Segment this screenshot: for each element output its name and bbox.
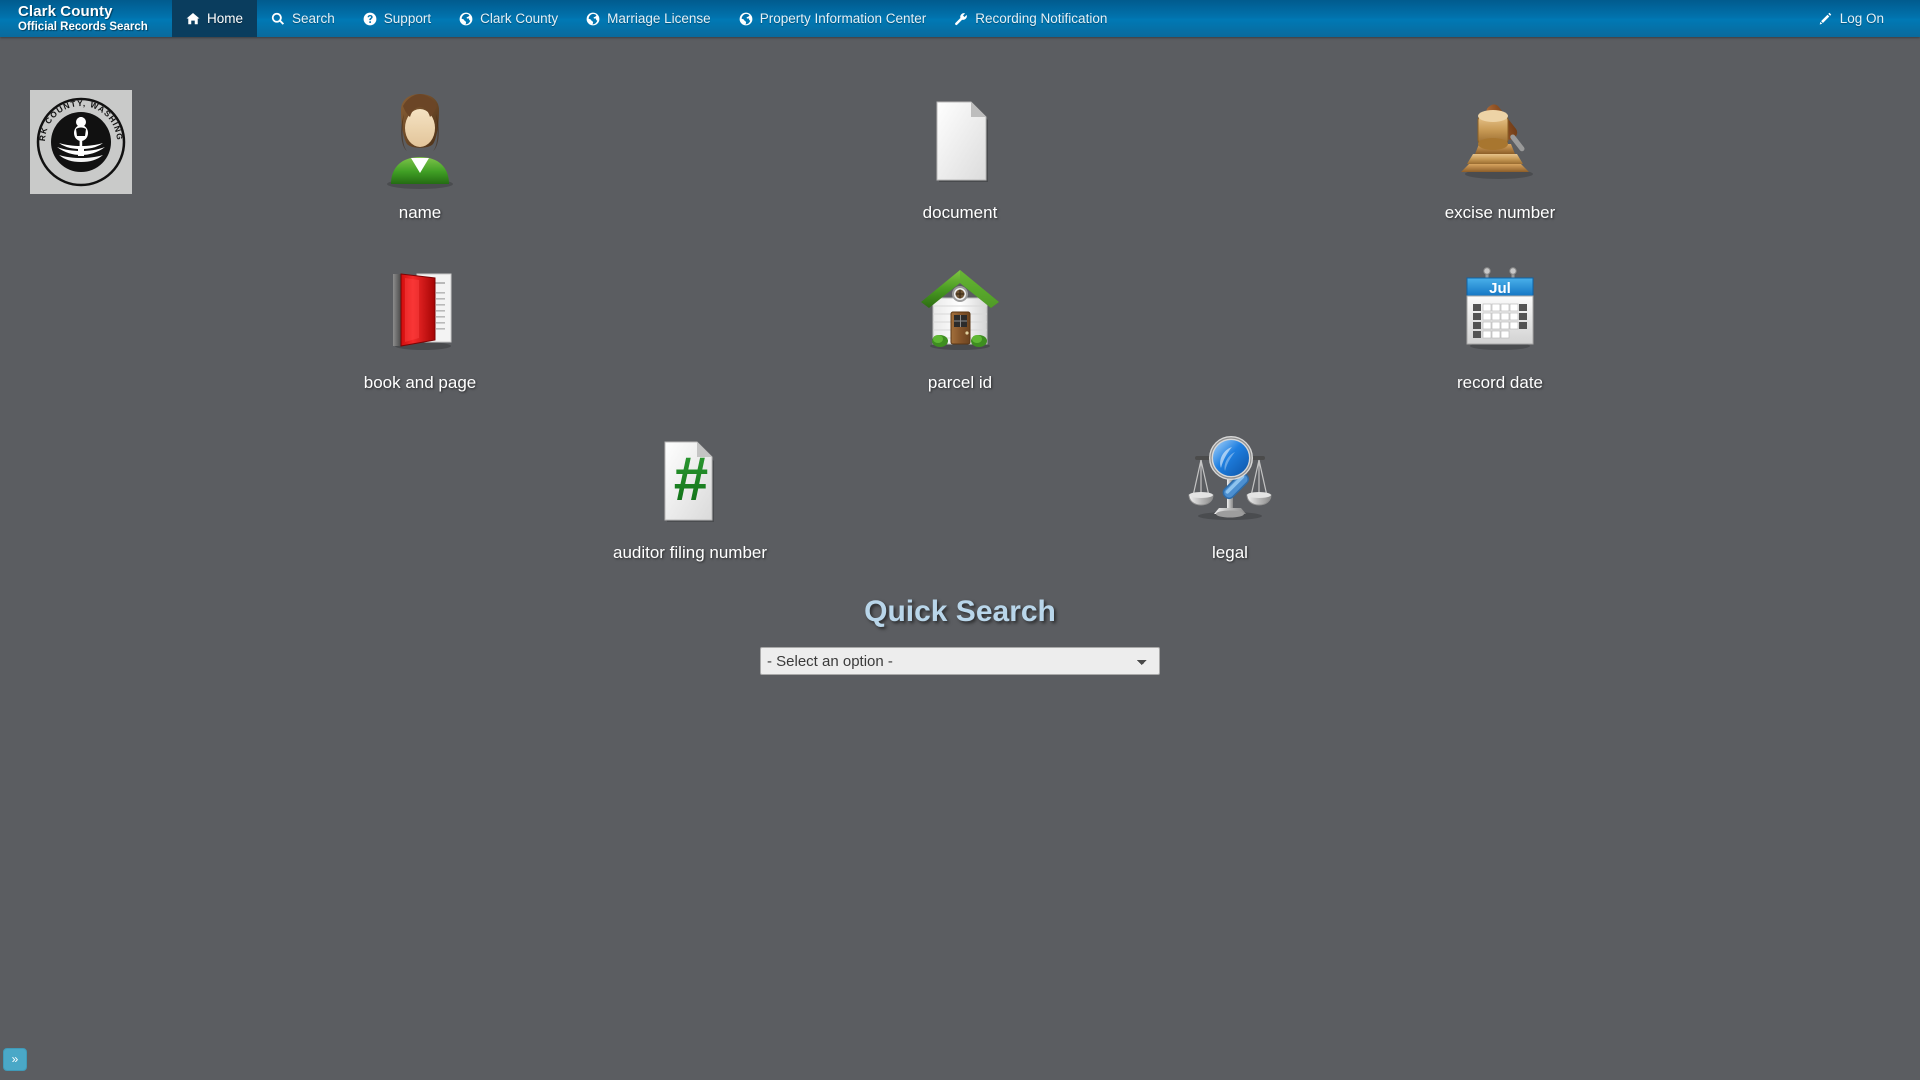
search-category-row: name document excise number [0,85,1920,255]
quick-search-title: Quick Search [864,595,1056,628]
nav-item-support[interactable]: Support [349,0,445,37]
search-category-document-label: document [922,203,998,222]
search-category-book-and-page[interactable]: book and page [150,255,690,425]
nav-item-recording-notification[interactable]: Recording Notification [940,0,1121,37]
calendar-icon: Jul [1444,255,1556,367]
search-category-parcel-id[interactable]: parcel id [690,255,1230,425]
question-circle-icon [363,12,377,26]
red-book-icon [364,255,476,367]
brand-subtitle: Official Records Search [18,21,148,34]
quick-search-section: Quick Search - Select an option - [0,595,1920,675]
search-category-name[interactable]: name [150,85,690,255]
nav-item-recording-notification-label: Recording Notification [975,11,1108,26]
search-category-record-date[interactable]: Jul record date [1230,255,1770,425]
scales-magnifier-icon [1174,425,1286,537]
nav-item-property-information-center-label: Property Information Center [759,11,927,26]
clark-county-washington-seal-icon: CLARK COUNTY, WASHINGTON [35,95,126,187]
svg-text:#: # [674,445,708,514]
search-icon [271,12,285,26]
svg-text:Jul: Jul [1489,280,1511,297]
brand-title: Clark County [18,2,113,20]
nav-item-list: Home Search Support Clark County Marriag [172,0,1121,37]
nav-item-property-information-center[interactable]: Property Information Center [725,0,941,37]
nav-item-home-label: Home [207,11,244,26]
search-category-legal-label: legal [1212,543,1248,562]
home-icon [186,12,200,26]
brand-block[interactable]: Clark County Official Records Search [0,0,172,37]
quick-search-select[interactable]: - Select an option - [760,647,1160,675]
nav-item-marriage-license[interactable]: Marriage License [572,0,725,37]
nav-item-support-label: Support [383,11,432,26]
pencil-icon [1819,12,1833,26]
search-category-record-date-label: record date [1457,373,1543,392]
house-icon [904,255,1016,367]
clark-county-seal: CLARK COUNTY, WASHINGTON [30,90,132,194]
hash-document-icon: # [634,425,746,537]
search-category-excise-number-label: excise number [1444,203,1556,222]
wrench-icon [954,12,968,26]
log-on-button[interactable]: Log On [1805,11,1898,26]
search-category-name-label: name [398,203,442,222]
nav-item-home[interactable]: Home [172,0,258,37]
search-category-auditor-filing-number[interactable]: # auditor filing number [420,425,960,595]
globe-icon [739,12,753,26]
search-category-book-and-page-label: book and page [363,373,477,392]
search-category-legal[interactable]: legal [960,425,1500,595]
search-category-document[interactable]: document [690,85,1230,255]
person-icon [364,85,476,197]
search-category-auditor-filing-number-label: auditor filing number [612,543,768,562]
nav-item-marriage-license-label: Marriage License [607,11,711,26]
search-category-row: book and page parcel id Jul record date [0,255,1920,425]
search-category-grid: name document excise number book and pag… [0,85,1920,595]
page-content: CLARK COUNTY, WASHINGTON [0,37,1920,1080]
globe-icon [459,12,473,26]
search-category-row: # auditor filing number legal [0,425,1920,595]
gavel-icon [1444,85,1556,197]
nav-item-search[interactable]: Search [257,0,349,37]
search-category-parcel-id-label: parcel id [927,373,993,392]
top-navigation-bar: Clark County Official Records Search Hom… [0,0,1920,37]
nav-item-clark-county-label: Clark County [480,11,559,26]
navbar-right-section: Log On [1805,0,1920,37]
sidebar-expand-button[interactable]: » [3,1048,27,1071]
nav-item-search-label: Search [292,11,335,26]
log-on-label: Log On [1839,11,1884,26]
document-icon [904,85,1016,197]
globe-icon [586,12,600,26]
search-category-excise-number[interactable]: excise number [1230,85,1770,255]
nav-item-clark-county[interactable]: Clark County [445,0,572,37]
